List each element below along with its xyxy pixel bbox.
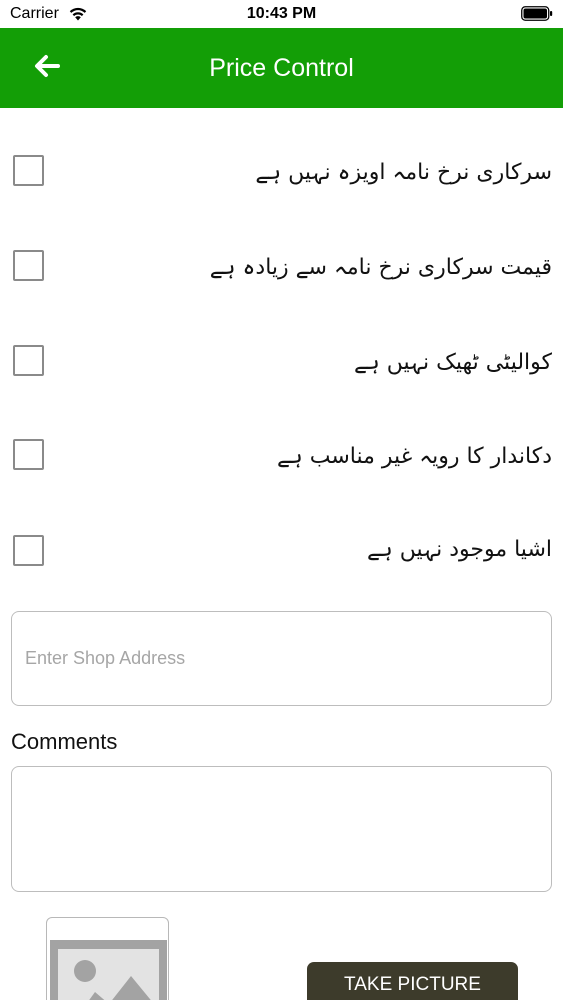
page-title: Price Control [209, 54, 354, 82]
option-row[interactable]: کوالیٹی ٹھیک نہیں ہے [0, 328, 563, 392]
option-row[interactable]: قیمت سرکاری نرخ نامہ سے زیادہ ہے [0, 233, 563, 297]
shop-address-input[interactable] [11, 611, 552, 706]
status-bar: Carrier 10:43 PM [0, 0, 563, 28]
nav-bar: Price Control [0, 28, 563, 108]
option-row[interactable]: اشیا موجود نہیں ہے [0, 517, 563, 581]
option-label: سرکاری نرخ نامہ اویزہ نہیں ہے [255, 160, 552, 185]
option-row[interactable]: سرکاری نرخ نامہ اویزہ نہیں ہے [0, 138, 563, 202]
option-checkbox[interactable] [13, 535, 44, 566]
option-checkbox[interactable] [13, 345, 44, 376]
option-row[interactable]: دکاندار کا رویہ غیر مناسب ہے [0, 422, 563, 486]
photo-preview [46, 917, 169, 1000]
battery-icon [521, 6, 553, 26]
comments-field[interactable] [11, 766, 552, 892]
option-checkbox[interactable] [13, 155, 44, 186]
take-picture-button[interactable]: TAKE PICTURE [307, 962, 518, 1000]
option-label: دکاندار کا رویہ غیر مناسب ہے [276, 444, 552, 469]
option-label: قیمت سرکاری نرخ نامہ سے زیادہ ہے [209, 255, 552, 280]
option-checkbox[interactable] [13, 439, 44, 470]
comments-label: Comments [11, 729, 118, 754]
price-control-screen: Carrier 10:43 PM Price Control سرکاری نر… [0, 0, 563, 1000]
option-label: اشیا موجود نہیں ہے [367, 537, 552, 562]
status-time: 10:43 PM [246, 5, 317, 22]
option-checkbox[interactable] [13, 250, 44, 281]
option-label: کوالیٹی ٹھیک نہیں ہے [353, 350, 552, 375]
